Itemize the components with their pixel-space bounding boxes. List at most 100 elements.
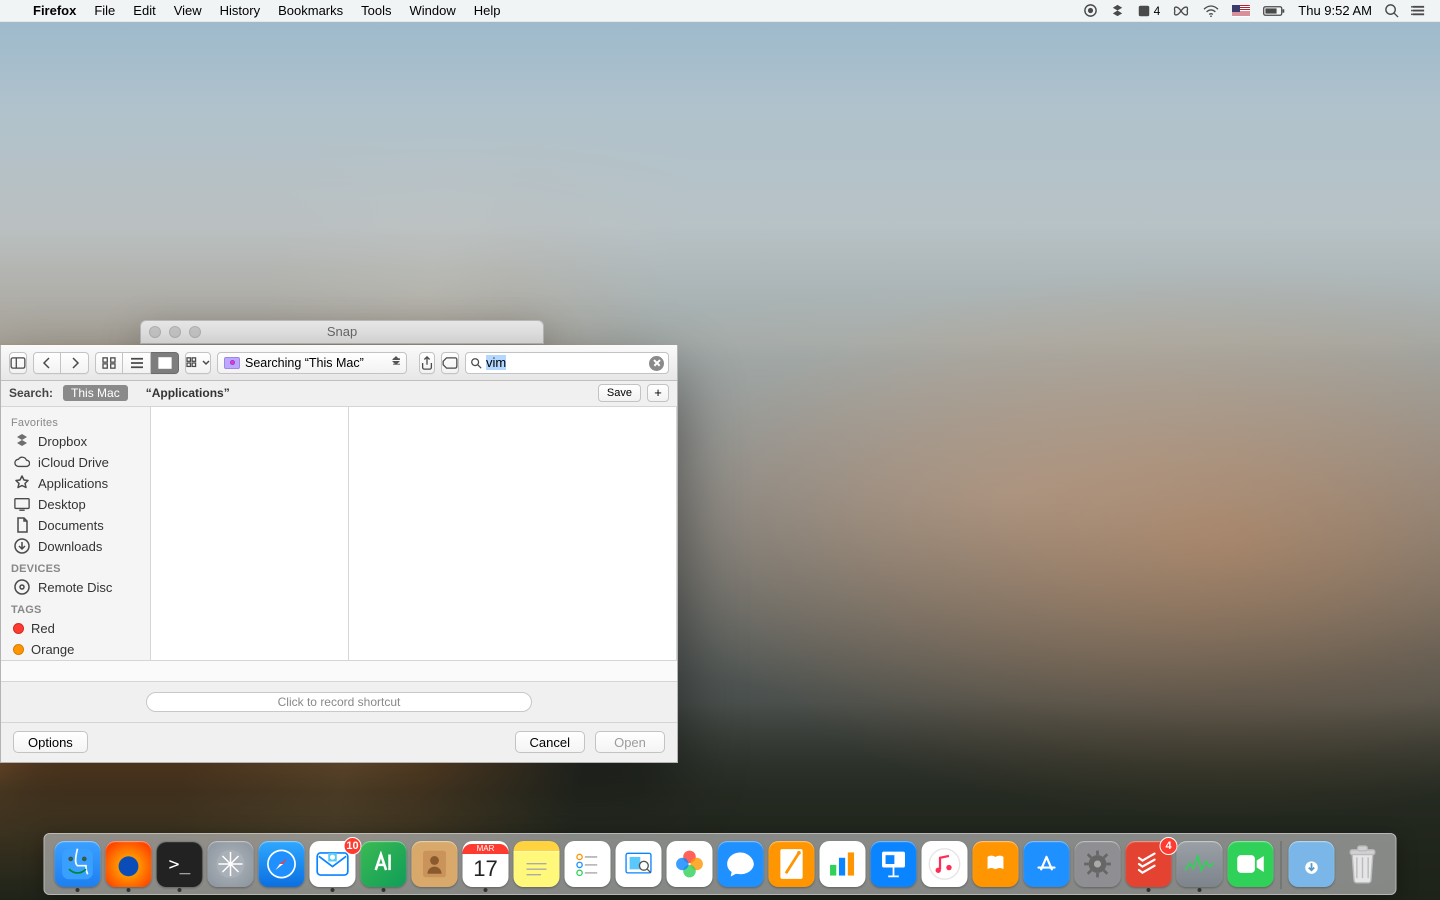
dock-contacts[interactable]: [410, 841, 460, 892]
keynote-icon: [871, 841, 917, 887]
messages-icon: [718, 841, 764, 887]
dock-photos[interactable]: [665, 841, 715, 892]
view-list-button[interactable]: [123, 352, 151, 374]
sidebar-item-icloud[interactable]: iCloud Drive: [1, 452, 150, 473]
photos-icon: [667, 841, 713, 887]
dock-itunes[interactable]: [920, 841, 970, 892]
menu-window[interactable]: Window: [401, 0, 465, 22]
menuextra-wifi-icon[interactable]: [1202, 4, 1220, 18]
path-popup[interactable]: Searching “This Mac”: [217, 352, 407, 374]
launchpad-icon: [208, 841, 254, 887]
dock-pages[interactable]: [767, 841, 817, 892]
sidebar-header-devices: Devices: [1, 557, 150, 577]
dock-editor[interactable]: [359, 841, 409, 892]
dock-notes[interactable]: [512, 841, 562, 892]
back-button[interactable]: [33, 352, 61, 374]
itunes-icon: [922, 841, 968, 887]
menuextra-dropbox-icon[interactable]: [1110, 3, 1125, 18]
toolbar: Searching “This Mac” vim: [1, 345, 677, 381]
forward-button[interactable]: [61, 352, 89, 374]
open-dialog: Searching “This Mac” vim Search: This Ma…: [0, 345, 678, 763]
save-search-button[interactable]: Save: [598, 384, 641, 402]
add-criteria-button[interactable]: +: [647, 384, 669, 402]
app-menu[interactable]: Firefox: [24, 0, 85, 22]
menubar-clock[interactable]: Thu 9:52 AM: [1298, 3, 1372, 18]
sidebar-item-downloads[interactable]: Downloads: [1, 536, 150, 557]
sidebar-item-remote-disc[interactable]: Remote Disc: [1, 577, 150, 598]
sidebar-toggle-button[interactable]: [9, 352, 27, 374]
disc-icon: [13, 580, 31, 594]
dock-system-preferences[interactable]: [1073, 841, 1123, 892]
sidebar-item-documents[interactable]: Documents: [1, 515, 150, 536]
view-columns-button[interactable]: [151, 352, 179, 374]
dock-ibooks[interactable]: [971, 841, 1021, 892]
view-icons-button[interactable]: [95, 352, 123, 374]
ibooks-icon: [973, 841, 1019, 887]
options-button[interactable]: Options: [13, 731, 88, 753]
menu-bookmarks[interactable]: Bookmarks: [269, 0, 352, 22]
menu-tools[interactable]: Tools: [352, 0, 400, 22]
close-button[interactable]: [149, 326, 161, 338]
scope-label: Search:: [9, 386, 53, 400]
dock-mail[interactable]: 10: [308, 841, 358, 892]
search-field[interactable]: vim: [465, 352, 669, 374]
sidebar-item-dropbox[interactable]: Dropbox: [1, 431, 150, 452]
dock-downloads[interactable]: [1287, 841, 1337, 892]
menu-view[interactable]: View: [165, 0, 211, 22]
column-2[interactable]: [349, 407, 677, 660]
menu-edit[interactable]: Edit: [124, 0, 164, 22]
zoom-button[interactable]: [189, 326, 201, 338]
snap-window[interactable]: Snap: [140, 320, 544, 344]
sidebar-item-applications[interactable]: Applications: [1, 473, 150, 494]
dock-safari[interactable]: [257, 841, 307, 892]
firefox-icon: [106, 841, 152, 887]
spotlight-icon[interactable]: [1384, 3, 1399, 18]
dock-finder[interactable]: [53, 841, 103, 892]
menuextra-battery-icon[interactable]: [1262, 5, 1286, 17]
dock-messages[interactable]: [716, 841, 766, 892]
cancel-button[interactable]: Cancel: [515, 731, 585, 753]
arrange-button[interactable]: [185, 352, 211, 374]
dock-preview[interactable]: [614, 841, 664, 892]
dock-trash[interactable]: [1338, 841, 1388, 892]
tags-button[interactable]: [441, 352, 459, 374]
clear-search-button[interactable]: [649, 356, 664, 371]
search-value: vim: [486, 355, 506, 370]
menuextra-butterfly-icon[interactable]: [1172, 4, 1190, 18]
scope-this-mac[interactable]: This Mac: [63, 385, 128, 401]
sidebar-tag-orange[interactable]: Orange: [1, 639, 150, 660]
applications-icon: [13, 476, 31, 490]
facetime-icon: [1228, 841, 1274, 887]
dock-numbers[interactable]: [818, 841, 868, 892]
notification-center-icon[interactable]: [1411, 3, 1426, 18]
dock-terminal[interactable]: >_: [155, 841, 205, 892]
menu-file[interactable]: File: [85, 0, 124, 22]
dock-activity[interactable]: [1175, 841, 1225, 892]
menuextra-app-icon[interactable]: 4: [1137, 4, 1161, 18]
dock-reminders[interactable]: [563, 841, 613, 892]
activity-icon: [1177, 841, 1223, 887]
dock-launchpad[interactable]: [206, 841, 256, 892]
menuextra-input-source[interactable]: [1232, 5, 1250, 17]
dock-appstore[interactable]: [1022, 841, 1072, 892]
window-title: Snap: [141, 321, 543, 343]
dock-todoist[interactable]: 4: [1124, 841, 1174, 892]
share-button[interactable]: [419, 352, 435, 374]
minimize-button[interactable]: [169, 326, 181, 338]
open-button[interactable]: Open: [595, 731, 665, 753]
menu-history[interactable]: History: [211, 0, 269, 22]
sidebar-tag-red[interactable]: Red: [1, 618, 150, 639]
shortcut-recorder[interactable]: Click to record shortcut: [146, 692, 532, 712]
column-1[interactable]: [151, 407, 349, 660]
safari-icon: [259, 841, 305, 887]
sidebar-item-desktop[interactable]: Desktop: [1, 494, 150, 515]
shortcut-row: Click to record shortcut: [1, 682, 677, 723]
menuextra-sync-icon[interactable]: [1083, 3, 1098, 18]
preview-icon: [616, 841, 662, 887]
dock-keynote[interactable]: [869, 841, 919, 892]
menu-help[interactable]: Help: [465, 0, 510, 22]
dock-calendar[interactable]: MAR17: [461, 841, 511, 892]
scope-applications[interactable]: “Applications”: [138, 385, 238, 401]
dock-facetime[interactable]: [1226, 841, 1276, 892]
dock-firefox[interactable]: [104, 841, 154, 892]
